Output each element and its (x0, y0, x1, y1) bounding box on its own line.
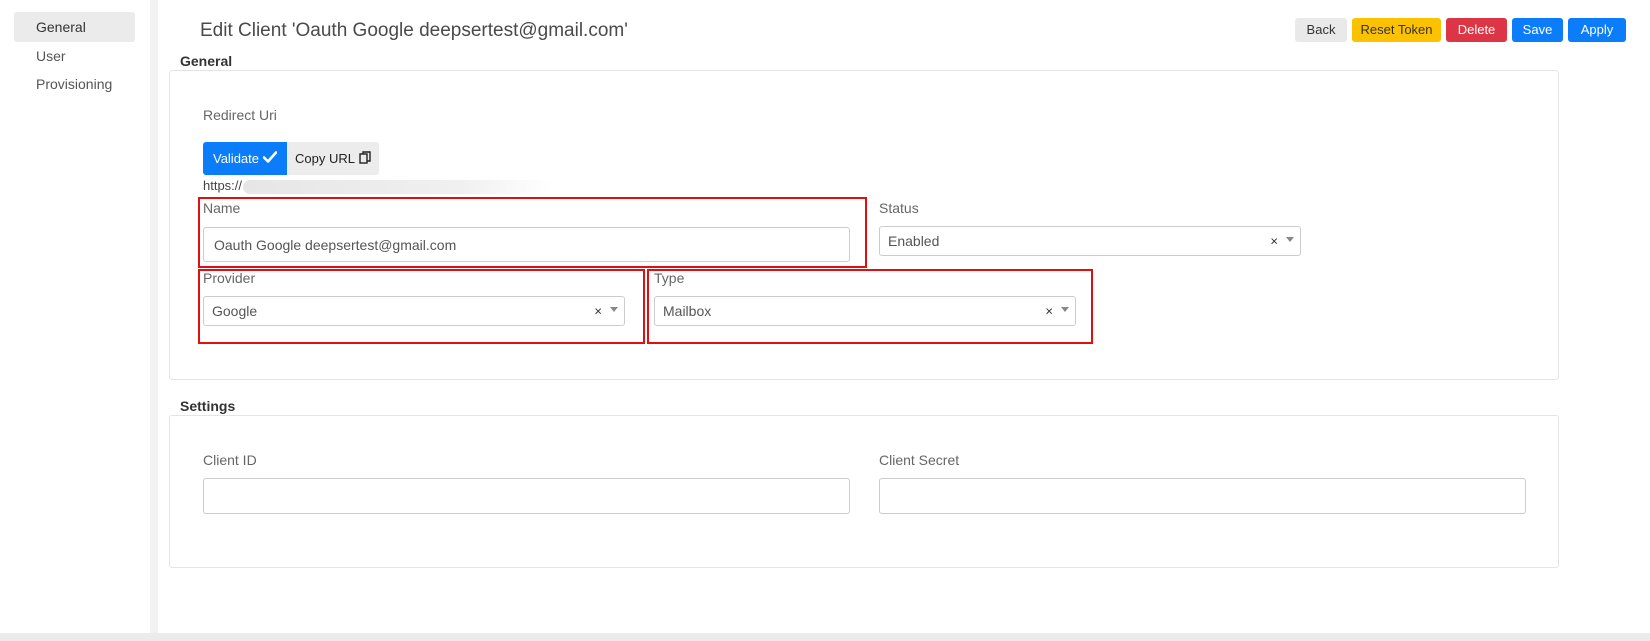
sidebar-item-label: General (36, 19, 86, 35)
redirect-uri-redacted (243, 180, 553, 194)
client-id-label: Client ID (203, 452, 257, 468)
chevron-down-icon[interactable] (1286, 237, 1294, 242)
validate-label: Validate (212, 151, 259, 166)
client-id-input[interactable] (203, 478, 850, 514)
main-content: Edit Client 'Oauth Google deepsertest@gm… (158, 0, 1650, 633)
status-select[interactable]: Enabled × (879, 226, 1301, 256)
clear-icon[interactable]: × (1270, 234, 1278, 249)
page-title: Edit Client 'Oauth Google deepsertest@gm… (200, 20, 628, 41)
status-value: Enabled (888, 233, 940, 249)
reset-token-button[interactable]: Reset Token (1352, 18, 1441, 42)
validate-button[interactable]: Validate (203, 142, 287, 175)
apply-button[interactable]: Apply (1568, 18, 1626, 42)
delete-button[interactable]: Delete (1446, 18, 1507, 42)
sidebar: General User Provisioning (0, 0, 150, 641)
back-button[interactable]: Back (1295, 18, 1347, 42)
client-secret-label: Client Secret (879, 452, 960, 468)
copy-icon (359, 150, 371, 167)
save-button[interactable]: Save (1512, 18, 1563, 42)
redirect-uri-value: https:// (203, 178, 243, 193)
sidebar-item-provisioning[interactable]: Provisioning (14, 69, 135, 99)
copy-url-button[interactable]: Copy URL (287, 142, 379, 175)
copy-url-label: Copy URL (295, 151, 355, 166)
client-secret-input[interactable] (879, 478, 1526, 514)
sidebar-item-label: Provisioning (36, 76, 113, 92)
sidebar-item-label: User (36, 48, 66, 64)
redirect-uri-label: Redirect Uri (203, 107, 277, 123)
bottom-strip (0, 633, 1650, 641)
settings-section-title: Settings (180, 398, 236, 414)
sidebar-item-user[interactable]: User (14, 41, 135, 71)
sidebar-item-general[interactable]: General (14, 12, 135, 42)
highlight-provider (198, 269, 645, 344)
highlight-name (198, 197, 867, 268)
general-section-title: General (180, 53, 233, 69)
highlight-type (647, 269, 1093, 344)
status-label: Status (879, 200, 919, 216)
check-icon (262, 151, 278, 166)
